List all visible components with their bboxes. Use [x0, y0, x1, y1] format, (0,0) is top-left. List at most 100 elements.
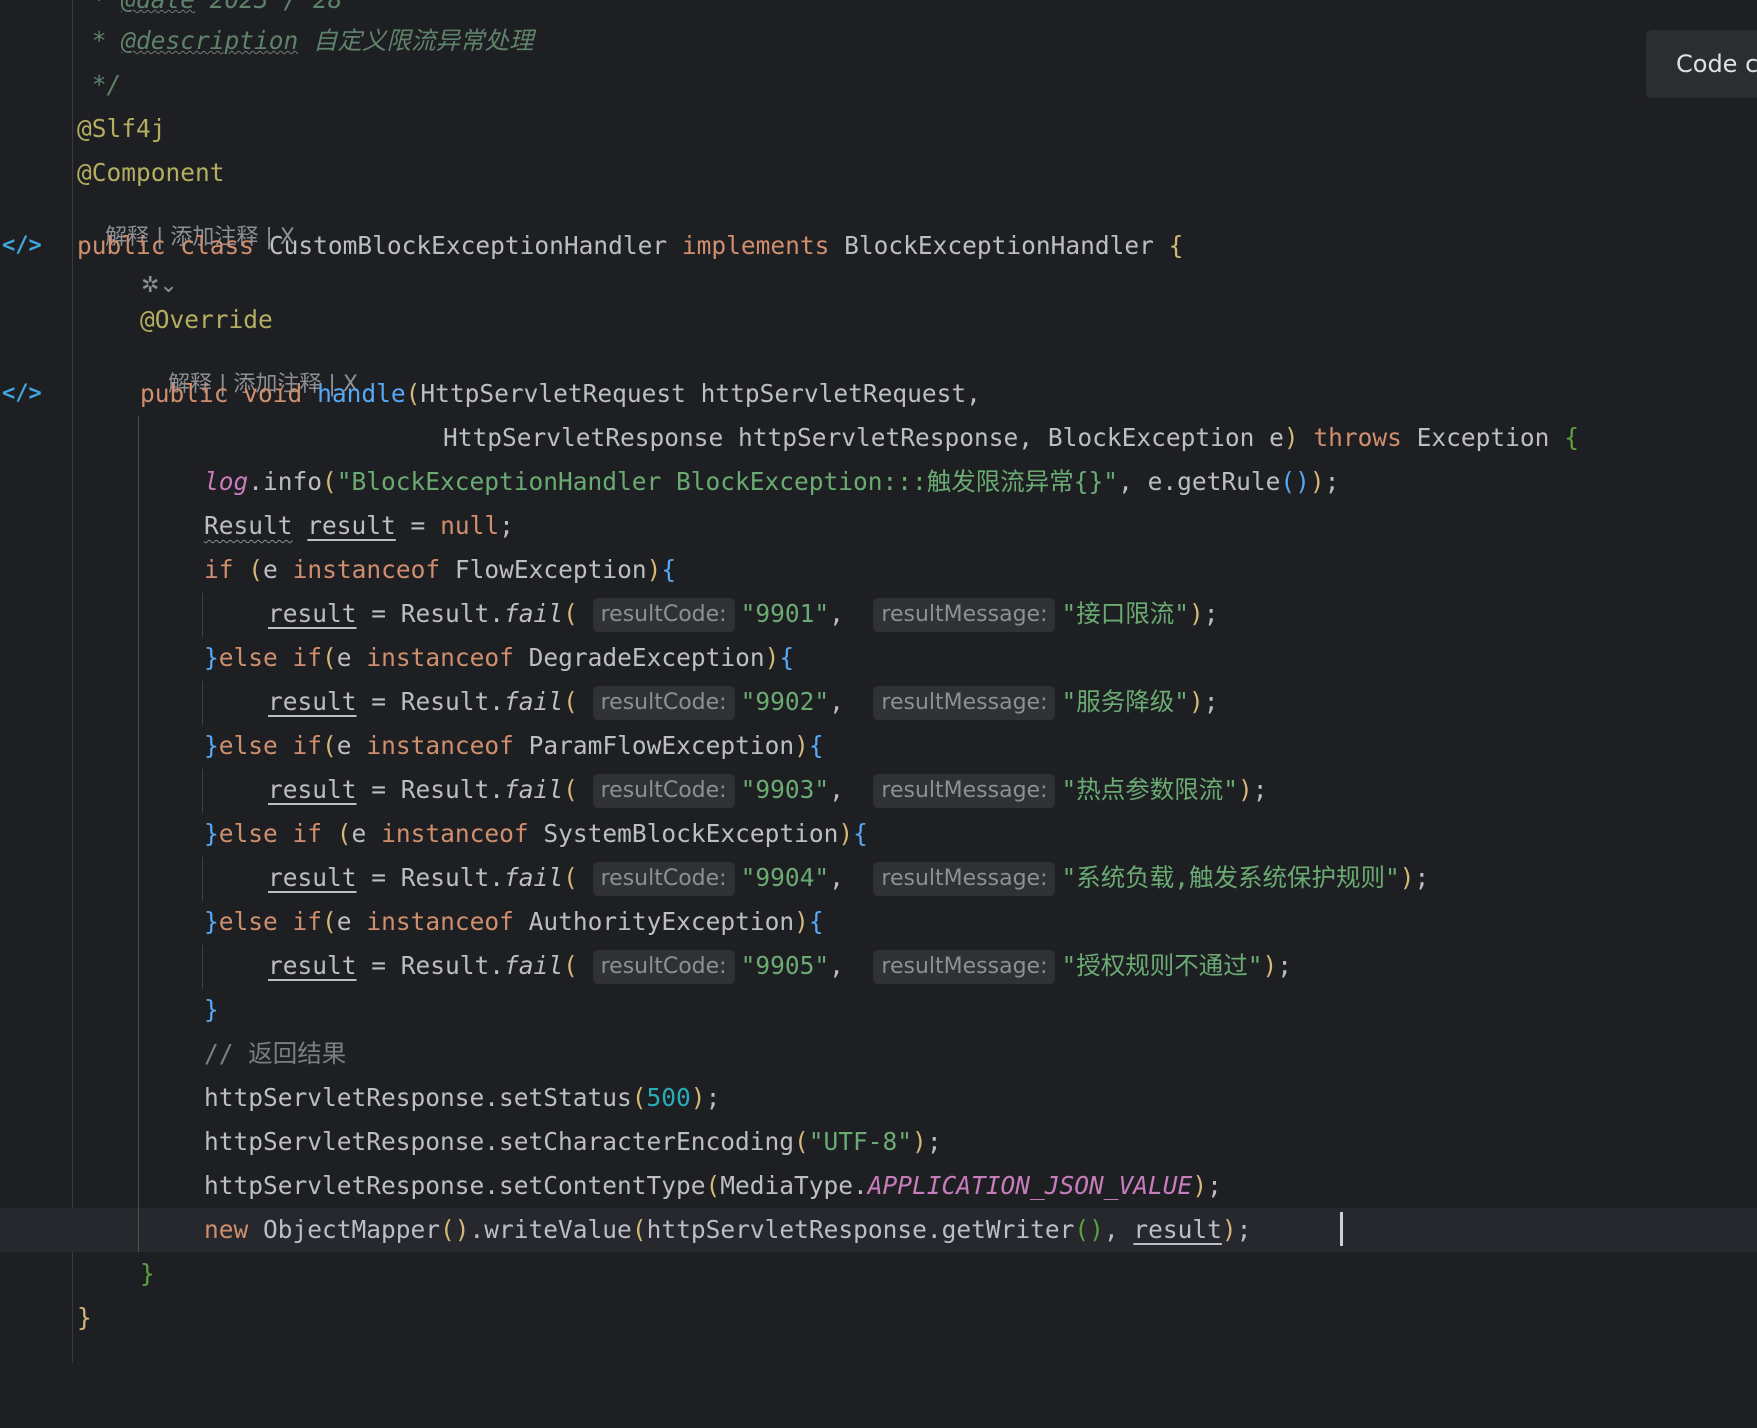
- code-line-branch-body: result = Result.fail( resultCode: "9905",…: [0, 944, 1757, 988]
- method-call: fail: [504, 687, 564, 716]
- code-line-log: log.info("BlockExceptionHandler BlockExc…: [0, 460, 1757, 504]
- code-line-branch-condition: if (e instanceof FlowException){: [0, 548, 1757, 592]
- line-comment: // 返回结果: [204, 1039, 347, 1068]
- tooltip-label: Code cl: [1676, 50, 1757, 78]
- code-line-override: @Override: [0, 298, 1757, 342]
- param-name: httpServletRequest,: [700, 379, 981, 408]
- paren: ): [838, 819, 854, 848]
- comma: ,: [829, 775, 859, 804]
- paren: ): [1189, 599, 1204, 628]
- paren: (: [631, 1215, 647, 1244]
- semicolon: ;: [1277, 951, 1293, 980]
- brace: {: [808, 907, 824, 936]
- brace: }: [204, 907, 219, 936]
- param-hint: resultCode:: [592, 862, 735, 896]
- keyword: else if: [218, 819, 323, 848]
- code-line-method-decl: public void handle(HttpServletRequest ht…: [0, 372, 1757, 416]
- keyword: instanceof: [292, 555, 441, 584]
- text-caret: [1340, 1212, 1343, 1246]
- semicolon: ;: [1203, 599, 1219, 628]
- paren: ): [794, 731, 809, 760]
- variable-name: e: [351, 819, 367, 848]
- param-hint: resultCode:: [592, 950, 735, 984]
- keyword: void: [243, 379, 303, 408]
- paren: (: [233, 555, 264, 584]
- paren: ): [1189, 687, 1204, 716]
- class-name: ObjectMapper: [248, 1215, 441, 1244]
- param-hint: resultMessage:: [873, 950, 1056, 984]
- param-name: e: [1269, 423, 1284, 452]
- comma: ,: [1103, 1215, 1134, 1244]
- brace: {: [808, 731, 824, 760]
- description-text: 自定义限流异常处理: [298, 26, 534, 55]
- variable-name: e: [336, 731, 352, 760]
- comment-star: *: [77, 0, 121, 14]
- comment-end: */: [77, 70, 122, 99]
- indent-guide: [138, 416, 139, 1252]
- ai-assistant-icon[interactable]: ✲⌄: [141, 272, 187, 300]
- result-code: "9903": [740, 775, 830, 804]
- exception-type: ParamFlowException: [528, 731, 795, 760]
- variable-name: result: [268, 599, 357, 628]
- code-line-slf4j: @Slf4j: [0, 107, 1757, 151]
- result-message: "授权规则不通过": [1061, 951, 1263, 980]
- static-constant: APPLICATION_JSON_VALUE: [867, 1171, 1193, 1200]
- code-line-write-value[interactable]: new ObjectMapper().writeValue(httpServle…: [0, 1208, 1757, 1252]
- method-call: fail: [504, 863, 564, 892]
- method-call: .info: [248, 467, 323, 496]
- paren: ): [1283, 423, 1299, 452]
- keyword: public: [77, 231, 166, 260]
- code-line-branch-condition: }else if (e instanceof SystemBlockExcept…: [0, 812, 1757, 856]
- code-editor[interactable]: * @date 2023 / 28 * @description 自定义限流异常…: [0, 0, 1757, 1363]
- result-message-value: 系统负载,触发系统保护规则: [1076, 863, 1385, 892]
- paren: (: [563, 775, 578, 804]
- keyword: implements: [681, 231, 830, 260]
- variable-name: e: [336, 907, 352, 936]
- code-line-branch-body: result = Result.fail( resultCode: "9904",…: [0, 856, 1757, 900]
- brace: }: [204, 731, 219, 760]
- exception-type: FlowException: [454, 555, 647, 584]
- class-ref: MediaType.: [720, 1171, 868, 1200]
- class-ref: Result.: [400, 863, 505, 892]
- semicolon: ;: [499, 511, 514, 540]
- code-line-comment-end: */: [0, 63, 1757, 107]
- paren: (: [322, 907, 337, 936]
- paren: (: [631, 1083, 647, 1112]
- class-ref: Result.: [400, 599, 505, 628]
- method-call: .writeValue: [469, 1215, 632, 1244]
- variable-name: result: [268, 951, 357, 980]
- indent-guide: [202, 945, 203, 989]
- semicolon: ;: [926, 1127, 942, 1156]
- indent-guide: [202, 593, 203, 637]
- keyword: instanceof: [366, 731, 514, 760]
- log-field: log: [204, 467, 249, 496]
- result-message: "热点参数限流": [1061, 775, 1239, 804]
- param-type: BlockException: [1047, 423, 1255, 452]
- code-tooltip[interactable]: Code cl: [1646, 30, 1757, 98]
- paren: ): [646, 555, 662, 584]
- keyword: instanceof: [381, 819, 529, 848]
- code-line-branch-condition: }else if(e instanceof AuthorityException…: [0, 900, 1757, 944]
- semicolon: ;: [1252, 775, 1268, 804]
- variable-name: e: [336, 643, 352, 672]
- class-name: CustomBlockExceptionHandler: [268, 231, 668, 260]
- date-value: 2023 / 28: [195, 0, 343, 14]
- variable-name: result: [268, 687, 357, 716]
- paren: (: [563, 863, 578, 892]
- keyword: instanceof: [366, 643, 514, 672]
- comma: ,: [829, 687, 859, 716]
- exception-type: Exception: [1416, 423, 1550, 452]
- keyword: instanceof: [366, 907, 514, 936]
- assign: =: [356, 951, 401, 980]
- param-hint: resultMessage:: [873, 862, 1056, 896]
- paren: (: [563, 951, 578, 980]
- code-line-component: @Component: [0, 151, 1757, 195]
- interface-name: BlockExceptionHandler: [844, 231, 1154, 260]
- paren: (: [322, 731, 337, 760]
- paren: ): [794, 907, 809, 936]
- exception-type: DegradeException: [528, 643, 765, 672]
- result-code: "9901": [740, 599, 830, 628]
- keyword: if: [204, 555, 234, 584]
- exception-type: AuthorityException: [528, 907, 795, 936]
- class-ref: Result.: [400, 951, 505, 980]
